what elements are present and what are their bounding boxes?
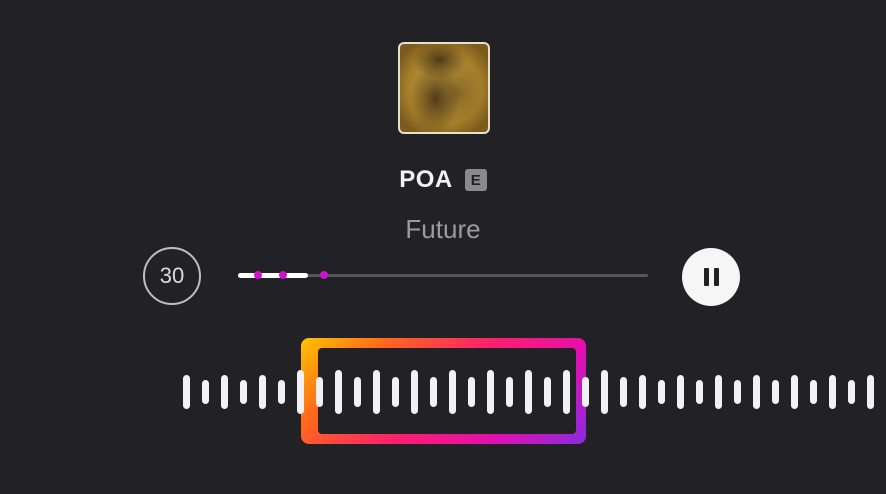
waveform-bar bbox=[259, 375, 266, 409]
song-title: POA bbox=[399, 166, 453, 193]
waveform-bar bbox=[316, 377, 323, 407]
title-row: POA E bbox=[0, 166, 886, 194]
waveform-bar bbox=[772, 380, 779, 404]
waveform-bar bbox=[658, 380, 665, 404]
progress-fill bbox=[238, 273, 308, 278]
waveform-bar bbox=[221, 375, 228, 409]
explicit-badge: E bbox=[464, 169, 487, 191]
waveform-bar bbox=[506, 377, 513, 407]
progress-track[interactable] bbox=[238, 271, 648, 279]
waveform-bar bbox=[791, 375, 798, 409]
album-art bbox=[398, 42, 490, 134]
waveform-bar bbox=[183, 375, 190, 409]
waveform-bar bbox=[487, 370, 494, 414]
pause-button[interactable] bbox=[682, 248, 740, 306]
waveform-bar bbox=[392, 377, 399, 407]
waveform[interactable] bbox=[0, 360, 886, 424]
waveform-bar bbox=[297, 370, 304, 414]
waveform-bar bbox=[620, 377, 627, 407]
waveform-bar bbox=[715, 375, 722, 409]
waveform-bar bbox=[411, 370, 418, 414]
waveform-bar bbox=[810, 380, 817, 404]
waveform-bar bbox=[335, 370, 342, 414]
waveform-bar bbox=[354, 377, 361, 407]
player-screen: POA E Future 30 bbox=[0, 0, 886, 494]
waveform-bar bbox=[544, 377, 551, 407]
waveform-bar bbox=[829, 375, 836, 409]
waveform-bar bbox=[202, 380, 209, 404]
pause-icon-bar bbox=[713, 268, 719, 286]
waveform-bar bbox=[563, 370, 570, 414]
pause-icon bbox=[703, 268, 709, 286]
waveform-bar bbox=[430, 377, 437, 407]
waveform-bar bbox=[696, 380, 703, 404]
waveform-bar bbox=[848, 380, 855, 404]
waveform-bar bbox=[525, 370, 532, 414]
clip-end-marker[interactable] bbox=[320, 271, 328, 279]
waveform-bar bbox=[867, 375, 874, 409]
skip-30-label: 30 bbox=[159, 263, 185, 288]
clip-mid-marker bbox=[279, 271, 287, 279]
waveform-bar bbox=[601, 370, 608, 414]
skip-30-button[interactable]: 30 bbox=[143, 247, 201, 305]
artist-name[interactable]: Future bbox=[0, 214, 886, 245]
waveform-bar bbox=[468, 377, 475, 407]
waveform-bar bbox=[753, 375, 760, 409]
clip-start-marker[interactable] bbox=[254, 271, 262, 279]
waveform-bar bbox=[278, 380, 285, 404]
waveform-bar bbox=[639, 375, 646, 409]
waveform-bar bbox=[677, 375, 684, 409]
waveform-bar bbox=[734, 380, 741, 404]
waveform-bar bbox=[240, 380, 247, 404]
waveform-bar bbox=[582, 377, 589, 407]
waveform-bar bbox=[449, 370, 456, 414]
waveform-bar bbox=[373, 370, 380, 414]
